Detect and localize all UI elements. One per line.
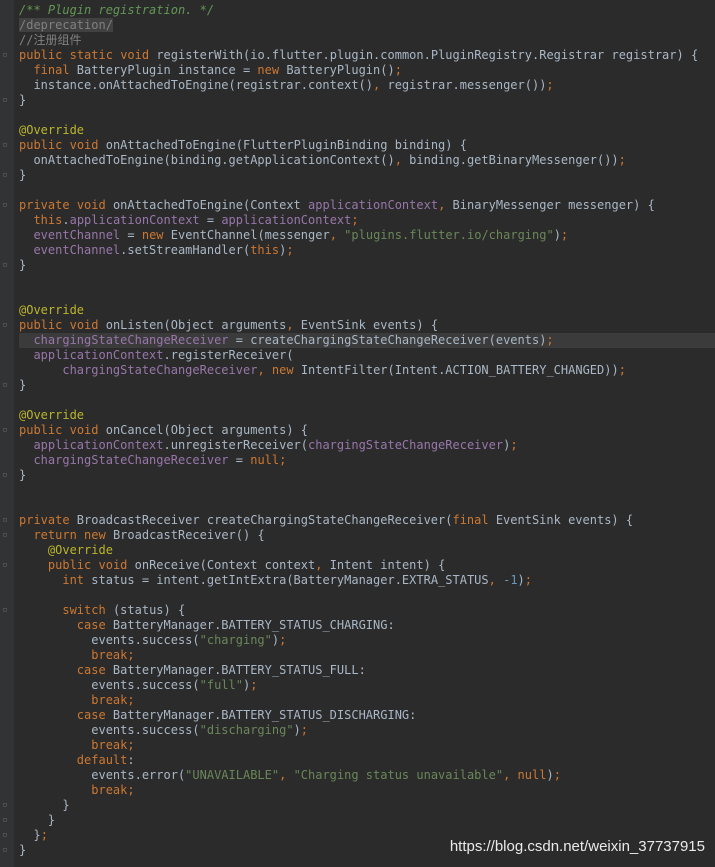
code-line[interactable] — [19, 108, 715, 123]
code-line[interactable]: public void onAttachedToEngine(FlutterPl… — [2, 138, 715, 153]
code-line[interactable]: break; — [19, 648, 715, 663]
fold-marker-icon[interactable]: ▫ — [0, 800, 10, 810]
fold-marker-icon[interactable]: ▫ — [0, 320, 10, 330]
code-line[interactable]: private void onAttachedToEngine(Context … — [2, 198, 715, 213]
code-line[interactable]: @Override — [19, 543, 715, 558]
fold-marker-icon[interactable]: ▫ — [0, 380, 10, 390]
fold-marker-icon[interactable]: ▫ — [0, 560, 10, 570]
code-line[interactable]: applicationContext.registerReceiver( — [19, 348, 715, 363]
code-line[interactable]: public void onCancel(Object arguments) {… — [2, 423, 715, 438]
code-line[interactable]: eventChannel = new EventChannel(messenge… — [19, 228, 715, 243]
code-line[interactable] — [19, 393, 715, 408]
code-line[interactable] — [19, 183, 715, 198]
code-line[interactable]: public void onReceive(Context context, I… — [2, 558, 715, 573]
fold-marker-icon[interactable]: ▫ — [0, 530, 10, 540]
code-line[interactable]: break; — [19, 693, 715, 708]
code-line[interactable]: events.success("charging"); — [19, 633, 715, 648]
fold-marker-icon[interactable]: ▫ — [0, 260, 10, 270]
code-line[interactable]: private BroadcastReceiver createCharging… — [2, 513, 715, 528]
code-line[interactable]: chargingStateChangeReceiver = null; — [19, 453, 715, 468]
code-line[interactable]: } ▫ — [2, 468, 715, 483]
watermark: https://blog.csdn.net/weixin_37737915 — [449, 838, 705, 855]
code-line[interactable]: default: — [19, 753, 715, 768]
code-line[interactable]: chargingStateChangeReceiver = createChar… — [19, 333, 715, 348]
fold-marker-icon[interactable]: ▫ — [0, 170, 10, 180]
fold-marker-icon[interactable]: ▫ — [0, 605, 10, 615]
code-line[interactable]: case BatteryManager.BATTERY_STATUS_DISCH… — [19, 708, 715, 723]
code-line[interactable]: @Override — [19, 303, 715, 318]
code-line[interactable]: onAttachedToEngine(binding.getApplicatio… — [19, 153, 715, 168]
fold-marker-icon[interactable]: ▫ — [0, 140, 10, 150]
code-line[interactable]: break; — [19, 783, 715, 798]
code-line[interactable]: this.applicationContext = applicationCon… — [19, 213, 715, 228]
code-line[interactable]: eventChannel.setStreamHandler(this); — [19, 243, 715, 258]
code-line[interactable]: public static void registerWith(io.flutt… — [2, 48, 715, 63]
code-line[interactable]: applicationContext.unregisterReceiver(ch… — [19, 438, 715, 453]
code-line[interactable]: final BatteryPlugin instance = new Batte… — [19, 63, 715, 78]
code-line[interactable]: events.error("UNAVAILABLE", "Charging st… — [19, 768, 715, 783]
code-line[interactable]: instance.onAttachedToEngine(registrar.co… — [19, 78, 715, 93]
code-editor[interactable]: /** Plugin registration. *//deprecation/… — [0, 0, 715, 867]
code-line[interactable]: /deprecation/ — [19, 18, 715, 33]
code-line[interactable]: } ▫ — [2, 258, 715, 273]
code-line[interactable]: } ▫ — [2, 813, 715, 828]
code-line[interactable]: } ▫ — [2, 798, 715, 813]
code-line[interactable]: break; — [19, 738, 715, 753]
code-line[interactable]: int status = intent.getIntExtra(BatteryM… — [19, 573, 715, 588]
fold-marker-icon[interactable]: ▫ — [0, 515, 10, 525]
code-line[interactable] — [19, 588, 715, 603]
code-line[interactable]: events.success("full"); — [19, 678, 715, 693]
code-line[interactable]: @Override — [19, 123, 715, 138]
code-line[interactable]: case BatteryManager.BATTERY_STATUS_FULL: — [19, 663, 715, 678]
fold-marker-icon[interactable]: ▫ — [0, 50, 10, 60]
fold-marker-icon[interactable]: ▫ — [0, 845, 10, 855]
code-line[interactable] — [19, 483, 715, 498]
code-line[interactable]: return new BroadcastReceiver() {▫ — [2, 528, 715, 543]
code-area[interactable]: /** Plugin registration. *//deprecation/… — [2, 3, 715, 858]
code-line[interactable]: @Override — [19, 408, 715, 423]
code-line[interactable]: } ▫ — [2, 378, 715, 393]
code-line[interactable]: public void onListen(Object arguments, E… — [2, 318, 715, 333]
code-line[interactable]: } ▫ — [2, 168, 715, 183]
code-line[interactable]: events.success("discharging"); — [19, 723, 715, 738]
fold-marker-icon[interactable]: ▫ — [0, 815, 10, 825]
code-line[interactable]: chargingStateChangeReceiver, new IntentF… — [19, 363, 715, 378]
code-line[interactable] — [19, 288, 715, 303]
code-line[interactable] — [19, 273, 715, 288]
code-line[interactable] — [19, 498, 715, 513]
code-line[interactable]: //注册组件 — [19, 33, 715, 48]
code-line[interactable]: /** Plugin registration. */ — [19, 3, 715, 18]
fold-marker-icon[interactable]: ▫ — [0, 425, 10, 435]
fold-marker-icon[interactable]: ▫ — [0, 200, 10, 210]
code-line[interactable]: case BatteryManager.BATTERY_STATUS_CHARG… — [19, 618, 715, 633]
fold-marker-icon[interactable]: ▫ — [0, 95, 10, 105]
fold-marker-icon[interactable]: ▫ — [0, 470, 10, 480]
code-line[interactable]: switch (status) {▫ — [2, 603, 715, 618]
code-line[interactable]: } ▫ — [2, 93, 715, 108]
fold-marker-icon[interactable]: ▫ — [0, 830, 10, 840]
